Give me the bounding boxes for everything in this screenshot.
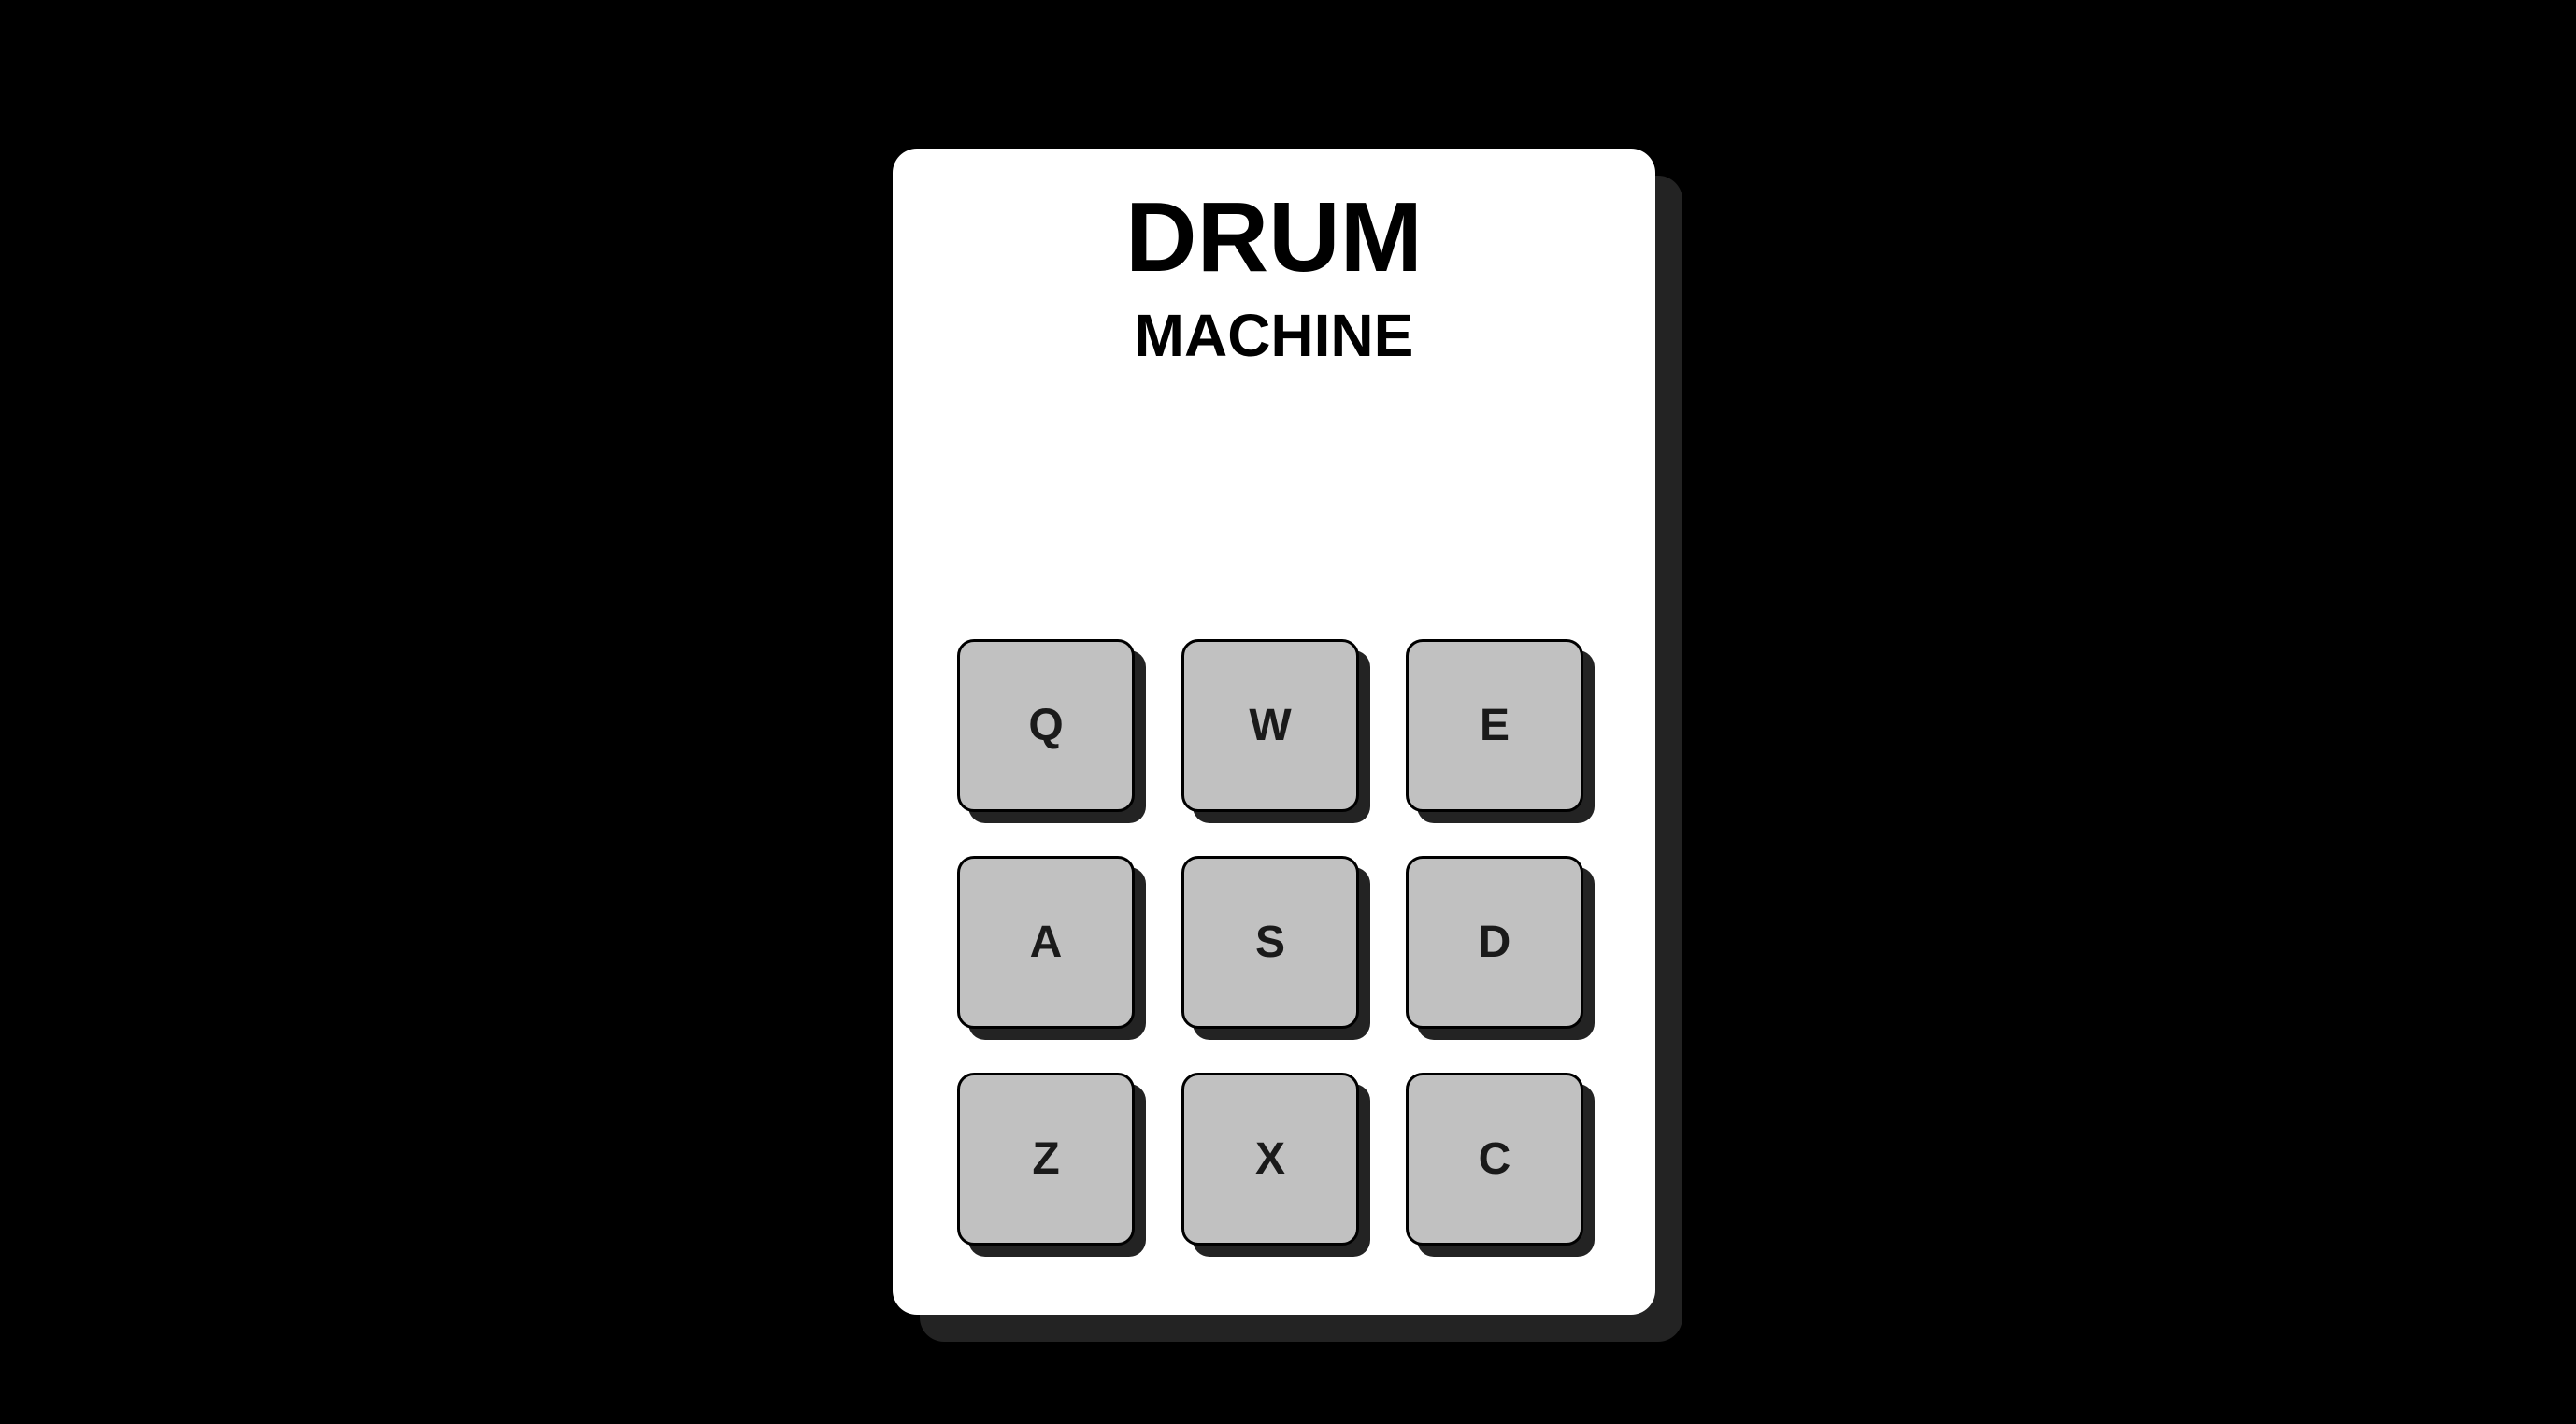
sound-display	[958, 410, 1590, 522]
drum-pad-s[interactable]: S	[1181, 856, 1359, 1029]
drum-pad-label: X	[1254, 1133, 1285, 1184]
drum-pad-label: W	[1249, 700, 1292, 750]
drum-pad-z[interactable]: Z	[957, 1073, 1135, 1246]
drum-pad-label: Z	[1032, 1133, 1060, 1184]
drum-pad-q[interactable]: Q	[957, 639, 1135, 812]
drum-pad-w[interactable]: W	[1181, 639, 1359, 812]
drum-pad-a[interactable]: A	[957, 856, 1135, 1029]
drum-pad-x[interactable]: X	[1181, 1073, 1359, 1246]
drum-pad-label: S	[1254, 917, 1285, 967]
drum-pad-e[interactable]: E	[1406, 639, 1583, 812]
drum-pad-label: D	[1478, 917, 1511, 967]
drum-pad-label: C	[1478, 1133, 1511, 1184]
drum-pad-label: E	[1479, 700, 1510, 750]
drum-pad-c[interactable]: C	[1406, 1073, 1583, 1246]
app-subtitle: MACHINE	[1134, 302, 1414, 369]
drum-pad-grid: Q W E A S D Z X C	[957, 639, 1611, 1293]
drum-pad-label: A	[1029, 917, 1063, 967]
drum-machine: DRUM MACHINE Q W E A S D Z X C	[893, 149, 1655, 1315]
drum-pad-d[interactable]: D	[1406, 856, 1583, 1029]
drum-pad-label: Q	[1028, 700, 1064, 750]
app-title: DRUM	[1125, 182, 1423, 292]
